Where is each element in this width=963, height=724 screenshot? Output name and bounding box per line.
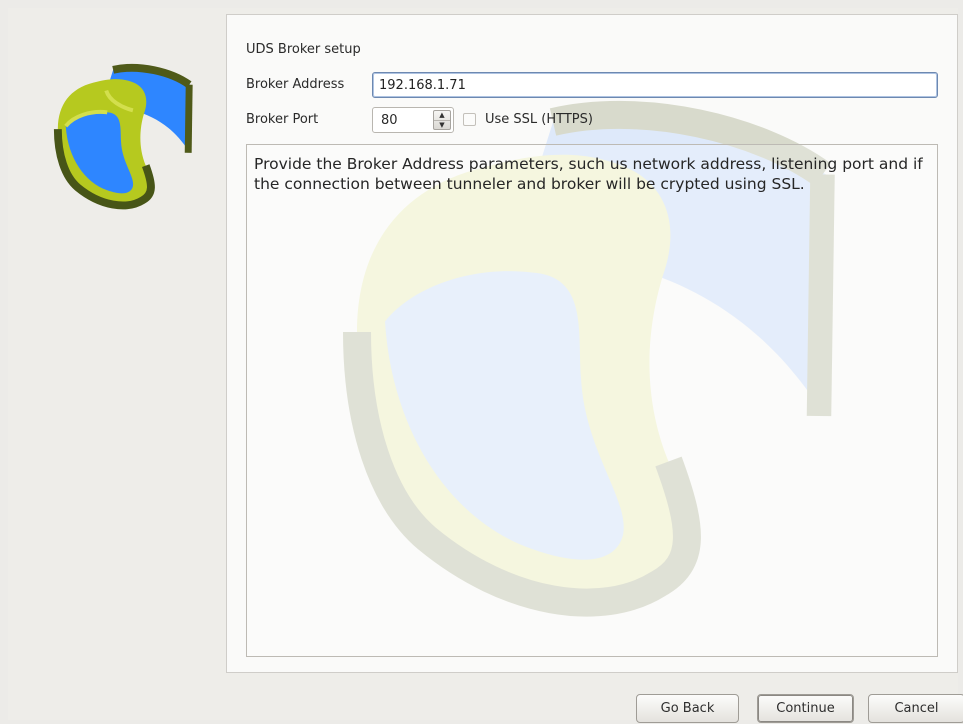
broker-address-input[interactable] xyxy=(372,72,938,98)
section-title: UDS Broker setup xyxy=(246,42,361,57)
use-ssl-checkbox[interactable] xyxy=(463,113,476,126)
broker-port-spinner[interactable]: 80 ▲ ▼ xyxy=(372,107,454,133)
go-back-button[interactable]: Go Back xyxy=(636,694,739,723)
port-stepper-buttons[interactable]: ▲ ▼ xyxy=(433,110,451,130)
broker-address-label: Broker Address xyxy=(246,77,345,92)
continue-button[interactable]: Continue xyxy=(757,694,854,723)
use-ssl-label[interactable]: Use SSL (HTTPS) xyxy=(485,112,593,127)
uds-logo-icon xyxy=(53,63,193,210)
info-description-text: Provide the Broker Address parameters, s… xyxy=(254,155,923,193)
spin-down-icon[interactable]: ▼ xyxy=(434,120,450,130)
broker-port-value[interactable]: 80 xyxy=(381,113,398,128)
installer-window: UDS Broker setup Broker Address Broker P… xyxy=(8,8,963,723)
broker-port-label: Broker Port xyxy=(246,112,319,127)
info-description-box: Provide the Broker Address parameters, s… xyxy=(246,144,938,657)
spin-up-icon[interactable]: ▲ xyxy=(434,111,450,120)
broker-setup-panel: UDS Broker setup Broker Address Broker P… xyxy=(226,14,958,673)
cancel-button[interactable]: Cancel xyxy=(868,694,963,723)
